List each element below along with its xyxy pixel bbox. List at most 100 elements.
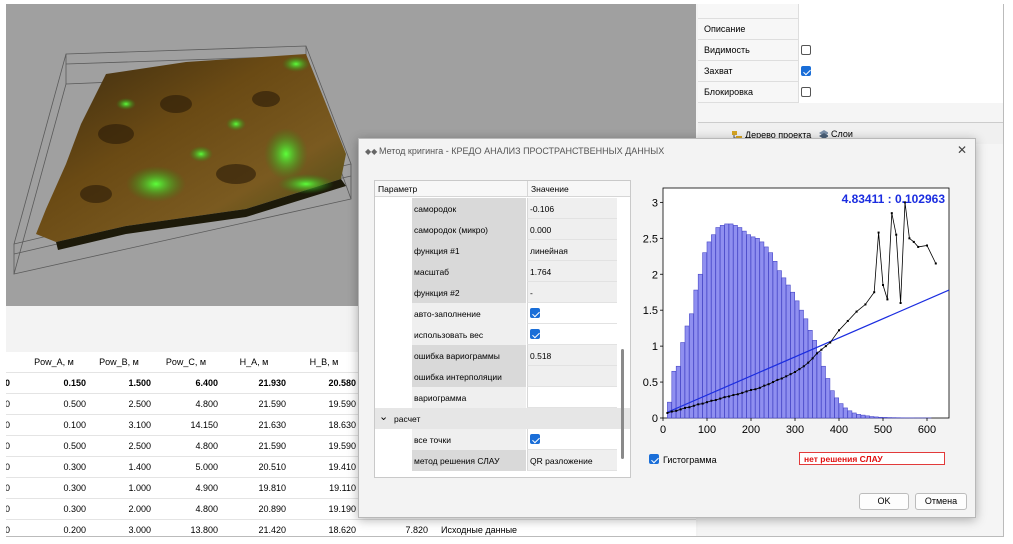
ok-button[interactable]: OK <box>859 493 909 510</box>
parameter-row[interactable]: все точки <box>375 429 630 450</box>
table-cell: 0.500 <box>63 399 86 409</box>
table-cell: 4.800 <box>195 399 218 409</box>
property-checkbox[interactable] <box>801 45 811 55</box>
parameter-row[interactable]: ошибка вариограммы 0.518 <box>375 345 630 366</box>
table-cell-prefix: 0 <box>6 483 10 493</box>
parameter-row[interactable]: авто-заполнение <box>375 303 630 324</box>
parameter-value[interactable]: 0.000 <box>527 219 617 240</box>
experimental-variogram-point <box>670 410 673 413</box>
experimental-variogram-point <box>873 291 876 294</box>
property-value[interactable] <box>798 82 1003 103</box>
experimental-variogram-point <box>877 231 880 234</box>
parameter-scrollbar[interactable] <box>621 349 624 459</box>
parameter-value[interactable]: -0.106 <box>527 198 617 219</box>
x-tick-label: 600 <box>918 424 936 436</box>
table-cell: 20.890 <box>258 504 286 514</box>
histogram-bar <box>759 241 765 419</box>
histogram-bar <box>733 225 738 419</box>
table-header-cell[interactable]: Pow_C, м <box>158 357 214 367</box>
parameter-value[interactable] <box>527 324 617 345</box>
parameter-row[interactable]: использовать вес <box>375 324 630 345</box>
parameter-checkbox[interactable] <box>530 434 540 444</box>
group-label: расчет <box>394 414 421 424</box>
parameter-table: Параметр Значение самородок -0.106 самород… <box>374 180 631 478</box>
table-header-cell[interactable]: Pow_B, м <box>91 357 147 367</box>
y-tick-label: 2.5 <box>643 233 658 245</box>
y-tick-label: 1 <box>652 341 658 353</box>
parameter-value[interactable] <box>527 387 617 408</box>
histogram-bar <box>856 414 862 419</box>
table-cell: 19.110 <box>329 483 356 493</box>
chevron-down-icon[interactable]: ⌄ <box>379 410 388 423</box>
property-value[interactable] <box>798 40 1003 61</box>
experimental-variogram-point <box>899 302 902 304</box>
parameter-value[interactable]: QR разложение <box>527 450 617 471</box>
histogram-bar <box>869 416 875 419</box>
experimental-variogram-point <box>794 371 796 373</box>
x-tick-label: 0 <box>660 424 666 436</box>
parameter-value[interactable]: 1.764 <box>527 261 617 282</box>
cancel-button[interactable]: Отмена <box>915 493 967 510</box>
experimental-variogram-point <box>890 212 893 215</box>
histogram-bar <box>785 284 791 419</box>
parameter-name: авто-заполнение <box>412 303 526 324</box>
table-header-cell[interactable]: H_B, м <box>296 357 352 367</box>
parameter-value[interactable]: 0.518 <box>527 345 617 366</box>
property-value[interactable] <box>798 61 1003 82</box>
group-row-calculation[interactable]: ⌄ расчет <box>375 408 630 429</box>
experimental-variogram-point <box>807 361 810 364</box>
table-cell: 21.590 <box>258 441 286 451</box>
parameter-checkbox[interactable] <box>530 308 540 318</box>
property-checkbox[interactable] <box>801 66 811 76</box>
table-cell: 1.500 <box>128 378 151 388</box>
parameter-value[interactable]: - <box>527 282 617 303</box>
parameter-row[interactable]: вариограмма <box>375 387 630 408</box>
parameter-name: метод решения СЛАУ <box>412 450 526 471</box>
table-cell: 18.620 <box>328 525 356 535</box>
parameter-value[interactable]: линейная <box>527 240 617 261</box>
parameter-checkbox[interactable] <box>530 329 540 339</box>
parameter-row[interactable]: функция #1 линейная <box>375 240 630 261</box>
parameter-row[interactable]: самородок (микро) 0.000 <box>375 219 630 240</box>
close-icon[interactable]: ✕ <box>955 143 969 157</box>
parameter-value-text: - <box>530 288 533 298</box>
experimental-variogram-point <box>688 406 691 409</box>
parameter-value[interactable] <box>527 303 617 324</box>
table-cell-prefix: 0 <box>6 399 10 409</box>
property-checkbox[interactable] <box>801 87 811 97</box>
parameter-row[interactable]: масштаб 1.764 <box>375 261 630 282</box>
histogram-bar <box>882 417 888 419</box>
histogram-bar <box>724 223 729 419</box>
table-header-cell[interactable]: Pow_A, м <box>26 357 82 367</box>
parameter-row[interactable]: метод решения СЛАУ QR разложение <box>375 450 630 471</box>
experimental-variogram-point <box>754 388 757 391</box>
table-cell: 4.900 <box>195 483 218 493</box>
histogram-bar <box>865 415 870 419</box>
parameter-value[interactable] <box>527 429 617 450</box>
table-cell: 19.590 <box>328 399 356 409</box>
table-cell: 2.500 <box>128 399 151 409</box>
parameter-name: масштаб <box>412 261 526 282</box>
histogram-bar <box>777 270 782 419</box>
property-value[interactable] <box>798 19 1003 40</box>
parameter-row[interactable]: функция #2 - <box>375 282 630 303</box>
histogram-bar <box>741 230 747 419</box>
parameter-row[interactable]: ошибка интерполяции <box>375 366 630 387</box>
table-cell: 0.100 <box>63 420 86 430</box>
histogram-bar <box>825 378 831 419</box>
histogram-label: Гистограмма <box>663 455 717 465</box>
table-cell: 4.800 <box>195 504 218 514</box>
table-cell: 0.300 <box>63 504 86 514</box>
property-value[interactable] <box>798 4 1003 19</box>
histogram-checkbox[interactable] <box>649 454 659 464</box>
parameter-value[interactable] <box>527 366 617 387</box>
table-cell-prefix: 0 <box>6 441 10 451</box>
experimental-variogram-point <box>895 233 898 236</box>
table-cell: 4.800 <box>195 441 218 451</box>
parameter-row[interactable]: самородок -0.106 <box>375 198 630 219</box>
experimental-variogram-point <box>684 406 686 409</box>
parameter-name: ошибка вариограммы <box>412 345 526 366</box>
table-header-cell[interactable]: H_A, м <box>226 357 282 367</box>
histogram-bar <box>829 390 835 419</box>
table-row[interactable]: 0 0.200 3.000 13.800 21.420 18.620 7.820 Исходн… <box>6 520 696 536</box>
